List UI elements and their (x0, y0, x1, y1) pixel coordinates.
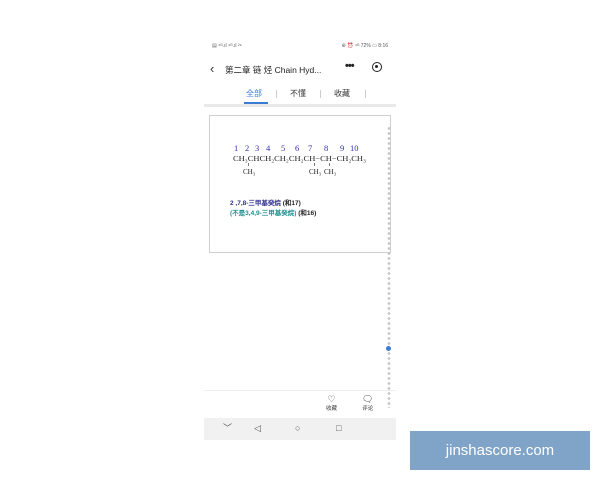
structural-formula: 1 2 3 4 5 6 7 8 9 10 CH₃CHCH₂CH₂CH₂CH−CH… (233, 143, 367, 176)
nav-home-button[interactable]: ○ (295, 423, 300, 433)
nav-back-button[interactable]: ◁ (254, 423, 261, 433)
back-arrow-icon[interactable]: ‹ (210, 62, 214, 75)
status-left: ▤ ⁴ᴳ.ıl ⁴ᴳ.ıl ²⁹ (212, 43, 242, 49)
carbon-number: 7 (308, 143, 312, 153)
tab-all[interactable]: 全部 (246, 88, 262, 99)
heart-icon: ♡ (327, 394, 336, 404)
carbon-number: 8 (324, 143, 328, 153)
locant-sum: (和17) (280, 200, 301, 207)
main-chain: CH₃CHCH₂CH₂CH₂CH−CH−CH₂CH₃ (233, 155, 367, 163)
tab-divider (365, 90, 366, 98)
carbon-number: 3 (255, 143, 259, 153)
methyl-branch: CH₃ (324, 168, 337, 176)
answer-name: 2 ,7,8-三甲基癸烷 (和17) (230, 197, 301, 207)
page-title: 第二章 链 烃 Chain Hyd... (225, 65, 322, 75)
tab-favorites[interactable]: 收藏 (334, 88, 350, 99)
carbon-number: 10 (350, 143, 359, 153)
bottom-action-bar: ♡ 收藏 🗨 评论 (204, 390, 396, 419)
target-circle-icon[interactable] (372, 62, 382, 72)
status-right: ⊛ ⏰ ⁴ᴳ 72% ▭ 8:16 (341, 43, 388, 49)
tab-divider (320, 90, 321, 98)
favorite-label: 收藏 (326, 406, 338, 412)
methyl-branch: CH₃ (243, 168, 256, 176)
speech-bubble-icon: 🗨 (362, 394, 374, 404)
carbon-number: 4 (266, 143, 271, 153)
carbon-number: 2 (245, 143, 249, 153)
page-scroll-track[interactable] (387, 126, 391, 408)
carbon-number: 5 (281, 143, 285, 153)
more-dots-icon[interactable]: ••• (345, 60, 355, 72)
phone-screen: ▤ ⁴ᴳ.ıl ⁴ᴳ.ıl ²⁹ ⊛ ⏰ ⁴ᴳ 72% ▭ 8:16 ‹ 第二章… (204, 38, 396, 440)
question-card: 1 2 3 4 5 6 7 8 9 10 CH₃CHCH₂CH₂CH₂CH−CH… (209, 115, 391, 253)
nav-collapse-button[interactable]: ﹀ (223, 423, 232, 433)
title-bar: ‹ 第二章 链 烃 Chain Hyd... ••• (204, 58, 396, 80)
comment-label: 评论 (362, 406, 374, 412)
tab-divider (276, 90, 277, 98)
wrong-answer-note: (不是3,4,9-三甲基癸烷) (和16) (230, 207, 316, 217)
watermark-text: jinshascore.com (445, 442, 555, 459)
methyl-branch: CH₃ (309, 168, 322, 176)
section-divider (204, 104, 396, 107)
watermark: jinshascore.com (410, 431, 590, 470)
carbon-number: 6 (295, 143, 299, 153)
carbon-number: 1 (234, 143, 238, 153)
status-bar: ▤ ⁴ᴳ.ıl ⁴ᴳ.ıl ²⁹ ⊛ ⏰ ⁴ᴳ 72% ▭ 8:16 (204, 38, 396, 56)
system-nav-bar: ﹀ ◁ ○ □ (204, 418, 396, 440)
tab-bar: 全部 不懂 收藏 (204, 82, 396, 104)
nav-recent-button[interactable]: □ (336, 423, 341, 433)
carbon-number: 9 (340, 143, 344, 153)
favorite-button[interactable]: ♡ 收藏 (326, 394, 337, 412)
page-scroll-indicator[interactable] (386, 346, 391, 351)
wrong-answer-text: (不是3,4,9-三甲基癸烷) (230, 210, 297, 217)
tab-not-understood[interactable]: 不懂 (290, 88, 306, 99)
comment-button[interactable]: 🗨 评论 (362, 394, 373, 412)
locant-sum: (和16) (296, 210, 317, 217)
answer-name-text: 2 ,7,8-三甲基癸烷 (230, 200, 281, 207)
